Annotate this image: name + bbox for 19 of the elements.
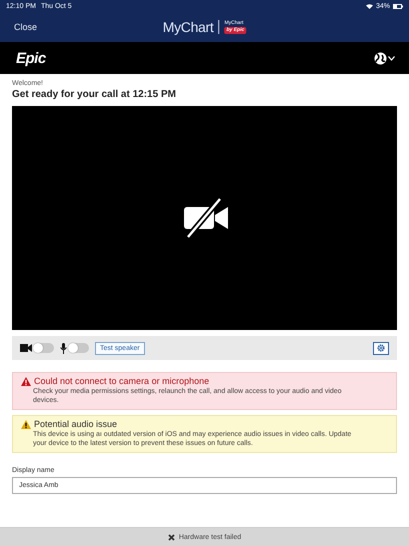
wifi-icon: [366, 4, 373, 9]
close-button[interactable]: Close: [14, 22, 38, 32]
toggle-switch[interactable]: [33, 343, 54, 353]
warning-icon: [21, 377, 31, 386]
settings-button[interactable]: [373, 342, 389, 354]
mychart-logo: MyChart: [162, 18, 214, 34]
alert-title: Potential audio issue: [34, 419, 118, 430]
page-title: Get ready for your call at 12:15 PM: [12, 89, 177, 100]
toggle-switch[interactable]: [68, 343, 89, 353]
epic-logo: Epic: [16, 50, 46, 66]
gear-icon: [377, 344, 385, 352]
close-icon: [168, 534, 175, 540]
microphone-icon: [60, 342, 67, 354]
battery-icon: [393, 4, 403, 9]
warning-icon: [21, 420, 31, 429]
globe-icon[interactable]: [374, 52, 387, 64]
alert-title: Could not connect to camera or microphone: [34, 376, 210, 387]
video-camera-icon: [20, 344, 32, 352]
caret-icon[interactable]: [388, 56, 395, 60]
